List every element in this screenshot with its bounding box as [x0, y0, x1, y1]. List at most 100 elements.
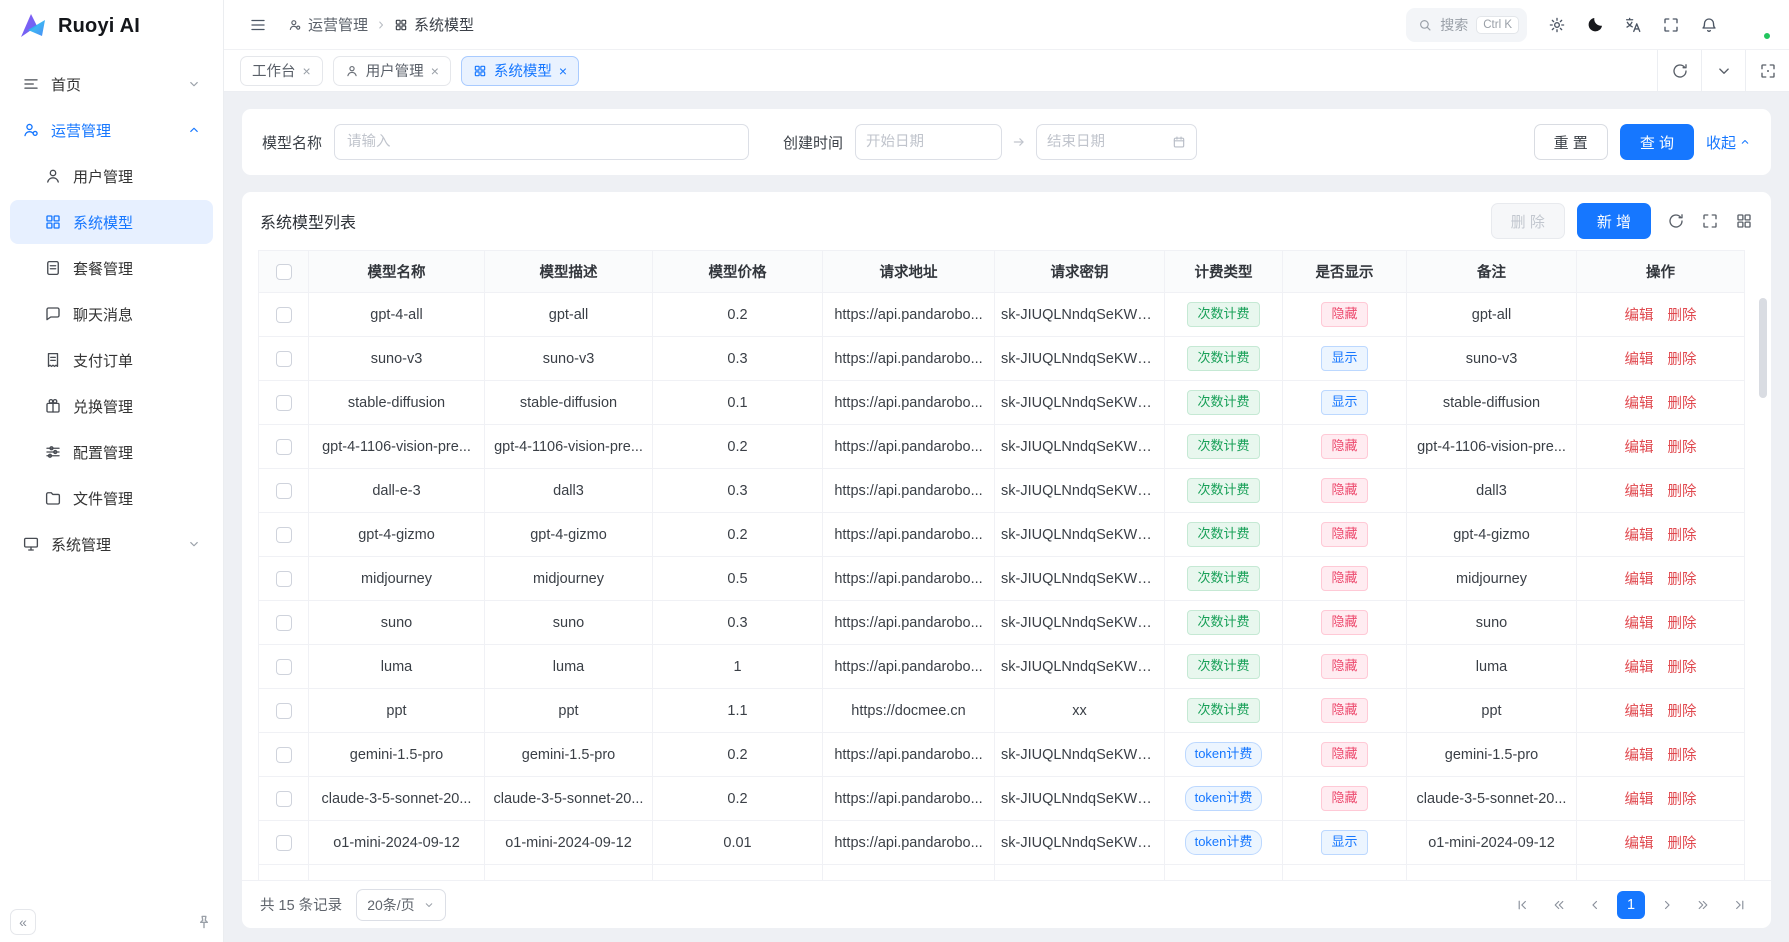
row-checkbox[interactable] — [276, 791, 292, 807]
sidebar-item-chat-messages[interactable]: 聊天消息 — [10, 292, 213, 336]
last-page-button[interactable] — [1725, 891, 1753, 919]
sidebar-item-redeem-management[interactable]: 兑换管理 — [10, 384, 213, 428]
close-icon[interactable]: × — [431, 64, 439, 78]
edit-link[interactable]: 编辑 — [1625, 616, 1654, 632]
pin-icon[interactable] — [195, 913, 213, 931]
jump-back-button[interactable] — [1545, 891, 1573, 919]
row-checkbox[interactable] — [276, 351, 292, 367]
brand-logo[interactable]: Ruoyi AI — [0, 0, 223, 52]
reset-button[interactable]: 重 置 — [1534, 124, 1608, 160]
delete-link[interactable]: 删除 — [1668, 572, 1697, 588]
vertical-scrollbar-thumb[interactable] — [1759, 298, 1767, 398]
row-checkbox[interactable] — [276, 703, 292, 719]
page-size-select[interactable]: 20条/页 — [356, 889, 445, 921]
next-page-button[interactable] — [1653, 891, 1681, 919]
delete-link[interactable]: 删除 — [1668, 660, 1697, 676]
column-settings-icon[interactable] — [1735, 212, 1753, 230]
edit-link[interactable]: 编辑 — [1625, 308, 1654, 324]
delete-link[interactable]: 删除 — [1668, 528, 1697, 544]
global-search[interactable]: 搜索 Ctrl K — [1406, 8, 1527, 42]
cell-desc: luma — [485, 645, 653, 689]
sidebar-item-config-management[interactable]: 配置管理 — [10, 430, 213, 474]
edit-link[interactable]: 编辑 — [1625, 528, 1654, 544]
close-icon[interactable]: × — [559, 64, 567, 78]
end-date-field[interactable] — [1036, 124, 1197, 160]
tab-workbench[interactable]: 工作台 × — [240, 56, 323, 86]
edit-link[interactable]: 编辑 — [1625, 484, 1654, 500]
start-date-input[interactable] — [866, 134, 991, 150]
row-checkbox[interactable] — [276, 395, 292, 411]
row-checkbox[interactable] — [276, 527, 292, 543]
search-placeholder-text: 搜索 — [1440, 15, 1468, 35]
prev-page-button[interactable] — [1581, 891, 1609, 919]
model-name-input[interactable] — [334, 124, 749, 160]
current-page-button[interactable]: 1 — [1617, 891, 1645, 919]
first-page-button[interactable] — [1509, 891, 1537, 919]
end-date-input[interactable] — [1047, 134, 1172, 150]
translate-icon[interactable] — [1617, 9, 1649, 41]
close-icon[interactable]: × — [303, 64, 311, 78]
delete-link[interactable]: 删除 — [1668, 792, 1697, 808]
tab-system-model[interactable]: 系统模型 × — [461, 56, 579, 86]
breadcrumb-item-operations[interactable]: 运营管理 — [288, 14, 368, 35]
delete-link[interactable]: 删除 — [1668, 836, 1697, 852]
delete-link[interactable]: 删除 — [1668, 748, 1697, 764]
user-avatar[interactable] — [1737, 8, 1771, 42]
collapse-filter-link[interactable]: 收起 — [1706, 132, 1751, 153]
delete-link[interactable]: 删除 — [1668, 616, 1697, 632]
refresh-icon[interactable] — [1657, 50, 1701, 91]
sidebar-item-operations[interactable]: 运营管理 — [10, 108, 213, 152]
add-button[interactable]: 新 增 — [1577, 203, 1651, 239]
delete-link[interactable]: 删除 — [1668, 352, 1697, 368]
row-checkbox[interactable] — [276, 307, 292, 323]
sidebar-item-home[interactable]: 首页 — [10, 62, 213, 106]
sidebar-item-system-model[interactable]: 系统模型 — [10, 200, 213, 244]
row-checkbox[interactable] — [276, 483, 292, 499]
row-checkbox[interactable] — [276, 571, 292, 587]
edit-link[interactable]: 编辑 — [1625, 792, 1654, 808]
row-checkbox[interactable] — [276, 835, 292, 851]
chevron-down-icon[interactable] — [1701, 50, 1745, 91]
table-refresh-icon[interactable] — [1667, 212, 1685, 230]
edit-link[interactable]: 编辑 — [1625, 748, 1654, 764]
row-checkbox[interactable] — [276, 615, 292, 631]
sidebar-item-user-management[interactable]: 用户管理 — [10, 154, 213, 198]
tab-user-management[interactable]: 用户管理 × — [333, 56, 451, 86]
dark-mode-moon-icon[interactable] — [1579, 9, 1611, 41]
delete-link[interactable]: 删除 — [1668, 484, 1697, 500]
sidebar-item-file-management[interactable]: 文件管理 — [10, 476, 213, 520]
settings-gear-icon[interactable] — [1541, 9, 1573, 41]
sidebar-collapse-button[interactable]: « — [10, 909, 36, 935]
notification-bell-icon[interactable] — [1693, 9, 1725, 41]
row-checkbox[interactable] — [276, 439, 292, 455]
edit-link[interactable]: 编辑 — [1625, 572, 1654, 588]
select-all-checkbox[interactable] — [276, 264, 292, 280]
fullscreen-icon[interactable] — [1655, 9, 1687, 41]
breadcrumb-item-system-model[interactable]: 系统模型 — [394, 14, 474, 35]
content-fullscreen-icon[interactable] — [1745, 50, 1789, 91]
sidebar-item-system-management[interactable]: 系统管理 — [10, 522, 213, 566]
search-button[interactable]: 查 询 — [1620, 124, 1694, 160]
table-fullscreen-icon[interactable] — [1701, 212, 1719, 230]
edit-link[interactable]: 编辑 — [1625, 440, 1654, 456]
start-date-field[interactable] — [855, 124, 1002, 160]
edit-link[interactable]: 编辑 — [1625, 836, 1654, 852]
jump-forward-button[interactable] — [1689, 891, 1717, 919]
billing-badge: 次数计费 — [1187, 302, 1259, 326]
edit-link[interactable]: 编辑 — [1625, 396, 1654, 412]
edit-link[interactable]: 编辑 — [1625, 660, 1654, 676]
visible-badge: 隐藏 — [1321, 478, 1367, 502]
sidebar-item-package-management[interactable]: 套餐管理 — [10, 246, 213, 290]
delete-link[interactable]: 删除 — [1668, 308, 1697, 324]
batch-delete-button[interactable]: 删 除 — [1491, 203, 1565, 239]
user-icon — [44, 167, 62, 185]
edit-link[interactable]: 编辑 — [1625, 352, 1654, 368]
delete-link[interactable]: 删除 — [1668, 704, 1697, 720]
delete-link[interactable]: 删除 — [1668, 440, 1697, 456]
edit-link[interactable]: 编辑 — [1625, 704, 1654, 720]
row-checkbox[interactable] — [276, 747, 292, 763]
delete-link[interactable]: 删除 — [1668, 396, 1697, 412]
hamburger-menu-icon[interactable] — [242, 9, 274, 41]
sidebar-item-payment-orders[interactable]: 支付订单 — [10, 338, 213, 382]
row-checkbox[interactable] — [276, 659, 292, 675]
